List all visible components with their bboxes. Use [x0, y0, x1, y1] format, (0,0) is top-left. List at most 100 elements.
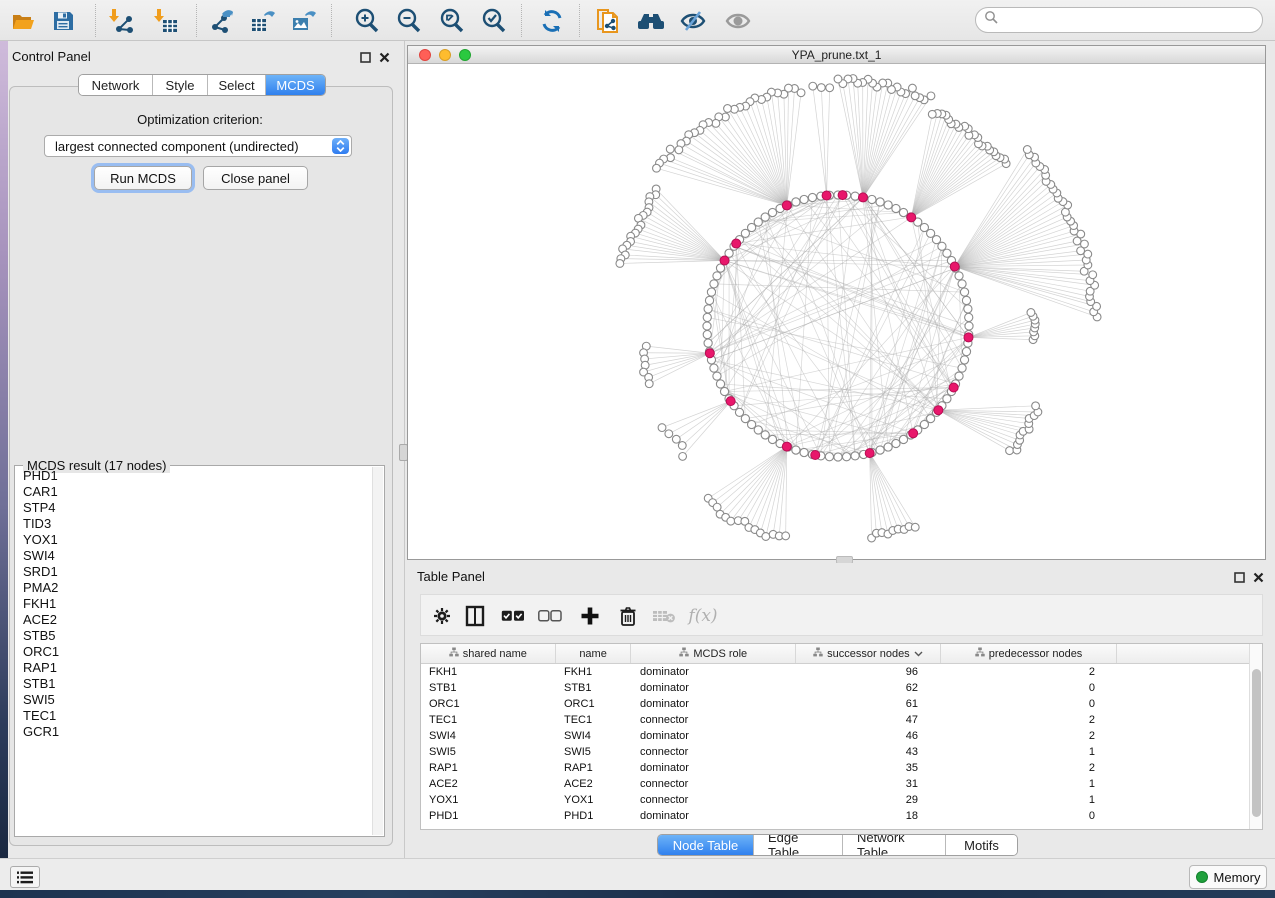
graph-node[interactable] — [653, 164, 661, 172]
graph-node[interactable] — [703, 322, 711, 330]
mcds-result-item[interactable]: FKH1 — [16, 596, 372, 612]
table-row[interactable]: SWI4SWI4dominator462 — [421, 728, 1249, 744]
run-mcds-button[interactable]: Run MCDS — [94, 166, 192, 190]
graph-node[interactable] — [1084, 250, 1092, 258]
column-header-predecessor-nodes[interactable]: predecessor nodes — [941, 644, 1118, 663]
refresh-view-icon[interactable] — [536, 5, 568, 37]
graph-node[interactable] — [792, 446, 800, 454]
mcds-graph-node[interactable] — [950, 262, 959, 271]
mcds-graph-node[interactable] — [909, 429, 918, 438]
tab-node-table[interactable]: Node Table — [658, 835, 753, 855]
export-image-icon[interactable] — [288, 5, 320, 37]
column-header-MCDS-role[interactable]: MCDS role — [631, 644, 796, 663]
graph-node[interactable] — [678, 442, 686, 450]
network-graph-canvas[interactable] — [408, 64, 1265, 559]
graph-node[interactable] — [892, 439, 900, 447]
mcds-result-item[interactable]: CAR1 — [16, 484, 372, 500]
tab-style[interactable]: Style — [152, 75, 207, 95]
tab-network-table[interactable]: Network Table — [842, 835, 945, 855]
search-input[interactable] — [1004, 13, 1262, 28]
zoom-out-icon[interactable] — [393, 5, 425, 37]
graph-node[interactable] — [955, 372, 963, 380]
mcds-result-item[interactable]: STP4 — [16, 500, 372, 516]
graph-node[interactable] — [1032, 402, 1040, 410]
import-network-icon[interactable] — [105, 5, 137, 37]
graph-node[interactable] — [675, 146, 683, 154]
graph-node[interactable] — [958, 280, 966, 288]
graph-node[interactable] — [955, 272, 963, 280]
zoom-fit-icon[interactable] — [436, 5, 468, 37]
mcds-graph-node[interactable] — [934, 406, 943, 415]
graph-node[interactable] — [679, 452, 687, 460]
graph-node[interactable] — [707, 288, 715, 296]
memory-button[interactable]: Memory — [1189, 865, 1267, 889]
graph-node[interactable] — [703, 330, 711, 338]
export-table-icon[interactable] — [247, 5, 279, 37]
graph-node[interactable] — [834, 453, 842, 461]
graph-node[interactable] — [911, 92, 919, 100]
graph-node[interactable] — [892, 204, 900, 212]
graph-node[interactable] — [965, 322, 973, 330]
graph-node[interactable] — [809, 82, 817, 90]
scrollbar-thumb[interactable] — [1252, 669, 1261, 817]
graph-node[interactable] — [965, 313, 973, 321]
close-panel-button[interactable]: Close panel — [203, 166, 308, 190]
select-all-rows-icon[interactable] — [500, 604, 526, 628]
table-row[interactable]: SWI5SWI5connector431 — [421, 744, 1249, 760]
mcds-result-item[interactable]: ACE2 — [16, 612, 372, 628]
graph-node[interactable] — [705, 296, 713, 304]
graph-node[interactable] — [761, 213, 769, 221]
tab-mcds[interactable]: MCDS — [265, 75, 325, 95]
mcds-result-item[interactable]: TEC1 — [16, 708, 372, 724]
graph-node[interactable] — [703, 313, 711, 321]
close-panel-icon[interactable] — [1253, 570, 1264, 588]
graph-node[interactable] — [884, 443, 892, 451]
task-history-button[interactable] — [10, 866, 40, 888]
mcds-result-item[interactable]: PHD1 — [16, 468, 372, 484]
graph-node[interactable] — [876, 446, 884, 454]
graph-node[interactable] — [658, 424, 666, 432]
mcds-graph-node[interactable] — [822, 191, 831, 200]
search-binoculars-icon[interactable] — [635, 5, 667, 37]
tab-network[interactable]: Network — [79, 75, 152, 95]
open-session-icon[interactable] — [7, 5, 39, 37]
mcds-graph-node[interactable] — [720, 256, 729, 265]
graph-node[interactable] — [943, 249, 951, 257]
show-graphics-details-icon[interactable] — [722, 5, 754, 37]
split-view-icon[interactable] — [462, 604, 488, 628]
add-column-icon[interactable] — [577, 604, 603, 628]
mcds-graph-node[interactable] — [782, 201, 791, 210]
graph-node[interactable] — [1089, 271, 1097, 279]
graph-node[interactable] — [909, 84, 917, 92]
graph-node[interactable] — [928, 110, 936, 118]
graph-node[interactable] — [782, 532, 790, 540]
mcds-graph-node[interactable] — [705, 349, 714, 358]
graph-node[interactable] — [672, 435, 680, 443]
mcds-result-item[interactable]: GCR1 — [16, 724, 372, 740]
mcds-result-item[interactable]: TID3 — [16, 516, 372, 532]
delete-column-trash-icon[interactable] — [615, 604, 641, 628]
graph-node[interactable] — [960, 288, 968, 296]
graph-node[interactable] — [851, 192, 859, 200]
graph-node[interactable] — [964, 305, 972, 313]
deselect-all-rows-icon[interactable] — [537, 604, 563, 628]
node-table-scrollbar[interactable] — [1249, 644, 1262, 829]
graph-node[interactable] — [851, 452, 859, 460]
mcds-result-item[interactable]: SRD1 — [16, 564, 372, 580]
table-row[interactable]: ORC1ORC1dominator610 — [421, 696, 1249, 712]
graph-node[interactable] — [960, 356, 968, 364]
graph-node[interactable] — [1027, 309, 1035, 317]
graph-node[interactable] — [712, 119, 720, 127]
close-panel-icon[interactable] — [379, 50, 390, 68]
mcds-graph-node[interactable] — [782, 442, 791, 451]
mcds-graph-node[interactable] — [726, 397, 735, 406]
graph-node[interactable] — [1006, 447, 1014, 455]
graph-node[interactable] — [666, 145, 674, 153]
export-network-icon[interactable] — [207, 5, 239, 37]
graph-node[interactable] — [704, 339, 712, 347]
graph-node[interactable] — [899, 435, 907, 443]
tab-motifs[interactable]: Motifs — [945, 835, 1017, 855]
graph-node[interactable] — [1081, 240, 1089, 248]
network-view-window[interactable]: YPA_prune.txt_1 — [407, 45, 1266, 560]
table-row[interactable]: RAP1RAP1dominator352 — [421, 760, 1249, 776]
